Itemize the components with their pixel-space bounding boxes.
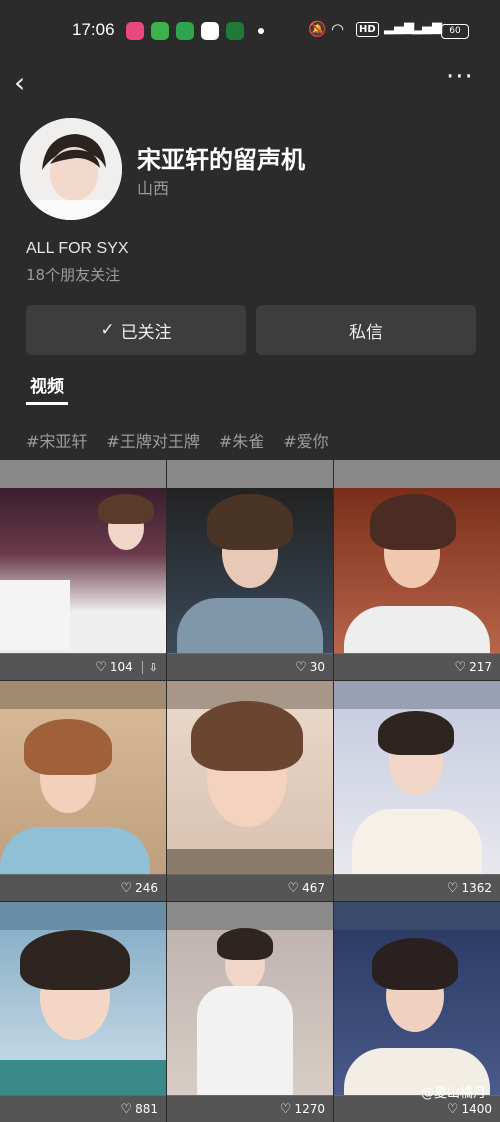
like-count: 1362 xyxy=(461,881,492,895)
heart-icon: ♡ xyxy=(279,1101,292,1117)
more-notifications-icon xyxy=(258,28,264,34)
video-thumbnail[interactable]: ♡ 30 xyxy=(167,460,333,680)
app-notification-icon xyxy=(126,22,144,40)
like-count: 1270 xyxy=(294,1102,325,1116)
video-thumbnail[interactable]: ♡ 104 ⇩ xyxy=(0,460,166,680)
heart-icon: ♡ xyxy=(120,880,133,896)
back-icon[interactable]: ‹ xyxy=(14,66,25,99)
battery-indicator: 60 xyxy=(441,24,469,39)
heart-icon: ♡ xyxy=(446,880,459,896)
tag-item[interactable]: #爱你 xyxy=(283,428,328,452)
tab-videos[interactable]: 视频 xyxy=(30,372,64,397)
like-count: 30 xyxy=(309,660,325,674)
like-count: 104 xyxy=(109,660,133,674)
video-thumbnail[interactable]: ♡ 217 xyxy=(334,460,500,680)
follow-button[interactable]: ✓ 已关注 xyxy=(26,305,246,355)
status-time: 17:06 xyxy=(72,20,115,39)
profile-name: 宋亚轩的留声机 xyxy=(137,146,305,174)
chat-notification-icon xyxy=(176,22,194,40)
hd-badge: HD xyxy=(356,22,379,37)
profile-bio: ALL FOR SYX xyxy=(26,240,129,257)
more-icon[interactable]: ··· xyxy=(446,62,474,92)
heart-icon: ♡ xyxy=(454,659,467,675)
video-thumbnail[interactable]: ♡ 1270 xyxy=(167,902,333,1122)
tab-indicator xyxy=(26,402,68,405)
download-icon[interactable]: ⇩ xyxy=(141,660,158,674)
message-button[interactable]: 私信 xyxy=(256,305,476,355)
video-thumbnail[interactable]: ♡ 246 xyxy=(0,681,166,901)
message-label: 私信 xyxy=(349,322,383,343)
tag-item[interactable]: #朱雀 xyxy=(219,428,264,452)
heart-icon: ♡ xyxy=(95,659,107,675)
signal-icon: ▂▄▆ xyxy=(412,20,442,35)
like-count: 467 xyxy=(302,881,325,895)
check-icon: ✓ xyxy=(100,320,115,340)
avatar[interactable] xyxy=(20,118,122,220)
mute-icon: 🔕 xyxy=(308,20,327,38)
tag-item[interactable]: #王牌对王牌 xyxy=(106,428,199,452)
signal-icon: ▂▄▆ xyxy=(384,20,414,35)
heart-icon: ♡ xyxy=(446,1101,459,1117)
tag-list: #宋亚轩 #王牌对王牌 #朱雀 #爱你 xyxy=(26,428,329,452)
follow-label: 已关注 xyxy=(120,322,172,343)
video-thumbnail[interactable]: ♡ 467 xyxy=(167,681,333,901)
heart-icon: ♡ xyxy=(287,880,300,896)
heart-icon: ♡ xyxy=(120,1101,133,1117)
heart-icon: ♡ xyxy=(295,659,307,675)
wifi-icon: ◠ xyxy=(331,20,345,38)
like-count: 1400 xyxy=(461,1102,492,1116)
status-bar: 17:06 🔕 ◠ HD ▂▄▆ ▂▄▆ 60 xyxy=(0,0,500,62)
like-count: 217 xyxy=(469,660,492,674)
video-thumbnail[interactable]: ♡ 1362 xyxy=(334,681,500,901)
app-notification-icon xyxy=(226,22,244,40)
video-grid: ♡ 104 ⇩ ♡ 30 ♡ 217 ♡ 246 ♡ 467 ♡ 1362 ♡ … xyxy=(0,460,500,1122)
watermark: @夏山橘月 xyxy=(420,1086,486,1101)
video-thumbnail[interactable]: ♡ 881 xyxy=(0,902,166,1122)
app-notification-icon xyxy=(151,22,169,40)
tag-item[interactable]: #宋亚轩 xyxy=(26,428,87,452)
app-notification-icon xyxy=(201,22,219,40)
profile-region: 山西 xyxy=(137,179,170,198)
like-count: 881 xyxy=(135,1102,158,1116)
friends-following[interactable]: 18个朋友关注 xyxy=(26,264,120,285)
like-count: 246 xyxy=(135,881,158,895)
